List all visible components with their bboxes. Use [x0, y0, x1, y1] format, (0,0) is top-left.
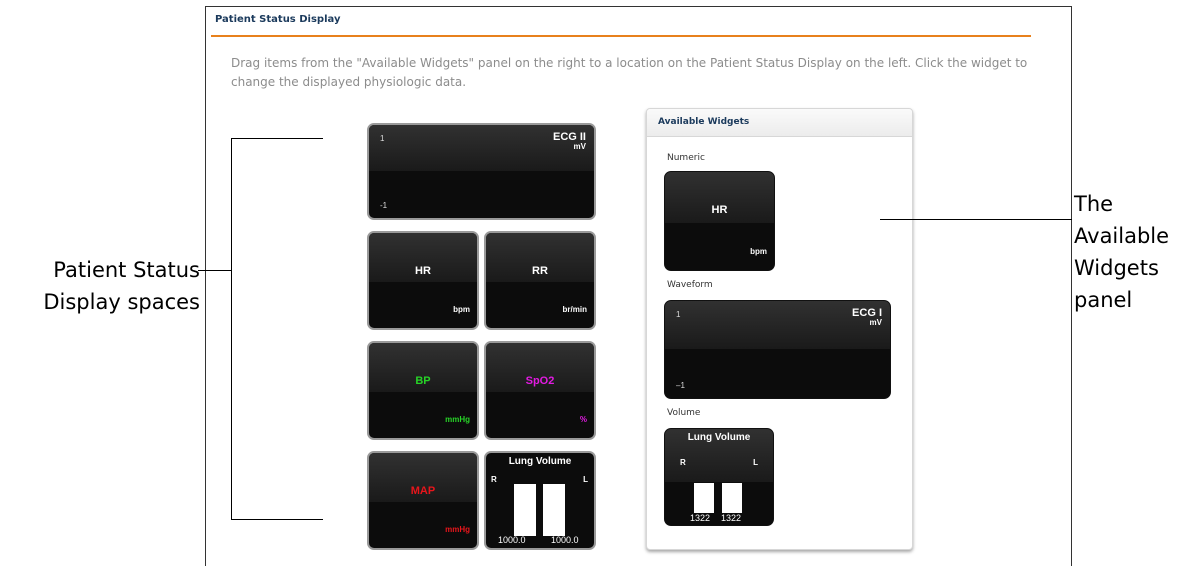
available-lung-left-value: 1322: [721, 513, 742, 523]
lung-left-bar: [543, 484, 565, 536]
lung-left-label: L: [583, 475, 588, 484]
right-annotation: The Available Widgets panel: [1074, 192, 1170, 312]
numeric-section-label: Numeric: [667, 153, 705, 163]
left-bracket-vertical: [231, 138, 232, 520]
page-title: Patient Status Display: [215, 14, 341, 25]
panel-title: Available Widgets: [658, 117, 750, 127]
left-callout-line: [198, 270, 232, 271]
volume-section-label: Volume: [667, 408, 701, 418]
available-widget-ecg[interactable]: 1 ECG ImV –1: [664, 300, 891, 399]
rr-label: RR: [532, 265, 548, 277]
available-lung-left-bar: [722, 483, 742, 513]
display-slot-hr[interactable]: HR bpm: [367, 231, 479, 330]
available-lung-right-label: R: [680, 458, 686, 467]
display-slot-lung-volume[interactable]: Lung Volume R L 1000.0 1000.0: [484, 451, 596, 550]
available-ecg-title: ECG ImV: [852, 307, 882, 328]
available-ecg-scale-top: 1: [676, 310, 681, 319]
title-divider: [211, 35, 1031, 37]
display-slot-spo2[interactable]: SpO2 %: [484, 341, 596, 440]
display-slot-bp[interactable]: BP mmHg: [367, 341, 479, 440]
spo2-unit: %: [579, 415, 587, 424]
display-slot-map[interactable]: MAP mmHg: [367, 451, 479, 550]
available-widget-hr[interactable]: HR bpm: [664, 171, 775, 271]
bp-unit: mmHg: [445, 415, 470, 424]
available-widget-lung-volume[interactable]: Lung Volume R L 1322 1322: [664, 428, 774, 526]
waveform-section-label: Waveform: [667, 280, 713, 290]
lung-left-value: 1000.0: [551, 535, 579, 545]
available-hr-label: HR: [711, 204, 728, 216]
patient-status-frame: Patient Status Display Drag items from t…: [205, 6, 1072, 566]
left-annotation: Patient Status Display spaces: [43, 258, 200, 314]
spo2-label: SpO2: [525, 375, 555, 387]
lung-volume-title: Lung Volume: [508, 456, 572, 467]
lung-right-label: R: [491, 475, 497, 484]
left-bracket-top: [231, 138, 323, 139]
left-bracket-bottom: [231, 519, 323, 520]
right-callout-line: [880, 219, 1072, 220]
map-label: MAP: [410, 485, 436, 497]
display-slot-rr[interactable]: RR br/min: [484, 231, 596, 330]
hr-label: HR: [415, 265, 431, 277]
bp-label: BP: [415, 375, 431, 387]
ecg-scale-bottom: -1: [380, 201, 388, 210]
display-slot-ecg[interactable]: 1 ECG II mV -1: [367, 123, 596, 220]
available-lung-title: Lung Volume: [687, 432, 751, 443]
lung-right-bar: [514, 484, 536, 536]
hr-unit: bpm: [453, 305, 470, 314]
available-hr-unit: bpm: [750, 247, 767, 256]
available-lung-right-value: 1322: [690, 513, 711, 523]
available-lung-left-label: L: [753, 458, 758, 467]
available-ecg-scale-bottom: –1: [676, 381, 685, 390]
available-lung-right-bar: [694, 483, 714, 513]
panel-header: Available Widgets: [647, 109, 912, 137]
instructions-text: Drag items from the "Available Widgets" …: [231, 56, 1028, 89]
map-unit: mmHg: [445, 525, 470, 534]
ecg-scale-top: 1: [380, 134, 385, 143]
lung-right-value: 1000.0: [498, 535, 526, 545]
rr-unit: br/min: [562, 305, 587, 314]
ecg-title: ECG II mV: [552, 131, 586, 152]
